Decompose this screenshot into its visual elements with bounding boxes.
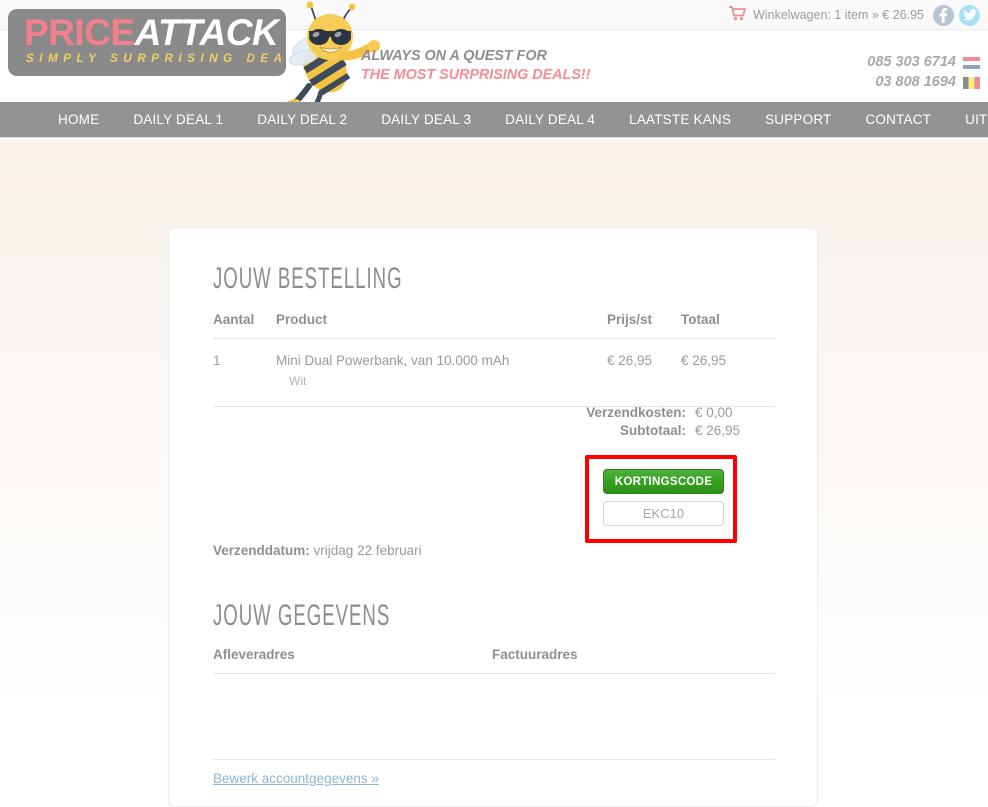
netherlands-flag-icon [963, 56, 980, 69]
twitter-icon[interactable] [959, 4, 980, 26]
product-variant: Wit [289, 374, 307, 388]
totals-label-subtotal: Subtotaal: [620, 423, 686, 438]
nav-item-daily-deal-1[interactable]: DAILY DEAL 1 [116, 112, 240, 127]
nav-item-contact[interactable]: CONTACT [848, 112, 948, 127]
header-tagline-line1: ALWAYS ON A QUEST FOR [361, 48, 547, 64]
totals-value-shipping: € 0,00 [695, 405, 733, 420]
cell-aantal: 1 [213, 353, 221, 368]
header-tagline: ALWAYS ON A QUEST FOR THE MOST SURPRISIN… [361, 47, 590, 85]
shipping-date: Verzenddatum: vrijdag 22 februari [213, 543, 422, 558]
coupon-code-input[interactable] [603, 501, 724, 526]
cell-product: Mini Dual Powerbank, van 10.000 mAh Wit [276, 339, 607, 407]
shipping-date-label: Verzenddatum: [213, 543, 310, 558]
phone-row-nl: 085 303 6714 [867, 52, 980, 72]
logo-tagline: SIMPLY SURPRISING DEALS [26, 53, 286, 65]
nav-item-laatste-kans[interactable]: LAATSTE KANS [612, 112, 748, 127]
nav-item-daily-deal-3[interactable]: DAILY DEAL 3 [364, 112, 488, 127]
nav-item-daily-deal-4[interactable]: DAILY DEAL 4 [488, 112, 612, 127]
address-header-row: Afleveradres Factuuradres [213, 647, 775, 674]
delivery-address [213, 693, 492, 759]
order-totals: Verzendkosten: € 0,00 Subtotaal: € 26,95 [573, 404, 775, 440]
column-header-afleveradres: Afleveradres [213, 647, 295, 662]
totals-value-subtotal: € 26,95 [695, 423, 741, 438]
phone-number-be: 03 808 1694 [875, 74, 956, 90]
address-body-row [213, 677, 775, 760]
account-title-wrap: JOUW GEGEVENS [213, 601, 499, 631]
social-links [933, 4, 980, 26]
facebook-icon[interactable] [933, 4, 954, 26]
cell-totaal: € 26,95 [681, 353, 727, 368]
nav-item-daily-deal-2[interactable]: DAILY DEAL 2 [240, 112, 364, 127]
header-tagline-line2: THE MOST SURPRISING DEALS!! [361, 67, 591, 83]
shipping-date-value: vrijdag 22 februari [313, 543, 422, 558]
column-header-product: Product [276, 312, 607, 339]
shopping-cart-icon [728, 6, 746, 24]
order-table: Aantal Product Prijs/st Totaal 1 Mini Du… [213, 312, 775, 407]
logo-price-text: PRICE [24, 12, 135, 53]
kortingscode-button[interactable]: KORTINGSCODE [603, 469, 724, 494]
order-section-title: JOUW BESTELLING [213, 262, 403, 295]
site-header: PRICEATTACK SIMPLY SURPRISING DEALS ALWA… [0, 1, 988, 111]
column-header-totaal: Totaal [681, 312, 775, 339]
nav-item-uitloggen[interactable]: UITLOGGEN [948, 112, 988, 127]
invoice-address [492, 693, 775, 759]
account-section-title: JOUW GEGEVENS [213, 599, 391, 632]
totals-row-shipping: Verzendkosten: € 0,00 [573, 404, 775, 422]
phone-number-nl: 085 303 6714 [867, 54, 956, 70]
cart-link[interactable]: Winkelwagen: 1 item » € 26.95 [728, 6, 924, 24]
totals-row-subtotal: Subtotaal: € 26,95 [573, 422, 775, 440]
column-header-aantal: Aantal [213, 312, 276, 339]
cell-prijs: € 26,95 [607, 353, 653, 368]
logo-wordmark: PRICEATTACK [24, 12, 279, 54]
belgium-flag-icon [963, 76, 980, 89]
column-header-prijs: Prijs/st [607, 312, 681, 339]
header-phone-numbers: 085 303 6714 03 808 1694 [867, 52, 980, 92]
table-row: 1 Mini Dual Powerbank, van 10.000 mAh Wi… [213, 339, 775, 407]
top-bar-right: Winkelwagen: 1 item » € 26.95 [728, 0, 980, 30]
product-name: Mini Dual Powerbank, van 10.000 mAh [276, 353, 510, 368]
edit-account-link[interactable]: Bewerk accountgegevens » [213, 771, 379, 786]
main-navigation: HOME DAILY DEAL 1 DAILY DEAL 2 DAILY DEA… [0, 102, 988, 138]
logo-attack-text: ATTACK [134, 12, 279, 53]
totals-label-shipping: Verzendkosten: [586, 405, 686, 420]
cart-label: Winkelwagen: 1 item » € 26.95 [753, 8, 924, 22]
coupon-highlight-box: KORTINGSCODE [585, 455, 737, 543]
order-table-header-row: Aantal Product Prijs/st Totaal [213, 312, 775, 339]
phone-row-be: 03 808 1694 [867, 72, 980, 92]
column-header-factuuradres: Factuuradres [492, 647, 578, 662]
order-title-wrap: JOUW BESTELLING [213, 264, 519, 294]
nav-item-home[interactable]: HOME [41, 112, 116, 127]
nav-item-support[interactable]: SUPPORT [748, 112, 848, 127]
site-logo[interactable]: PRICEATTACK SIMPLY SURPRISING DEALS [8, 9, 286, 76]
